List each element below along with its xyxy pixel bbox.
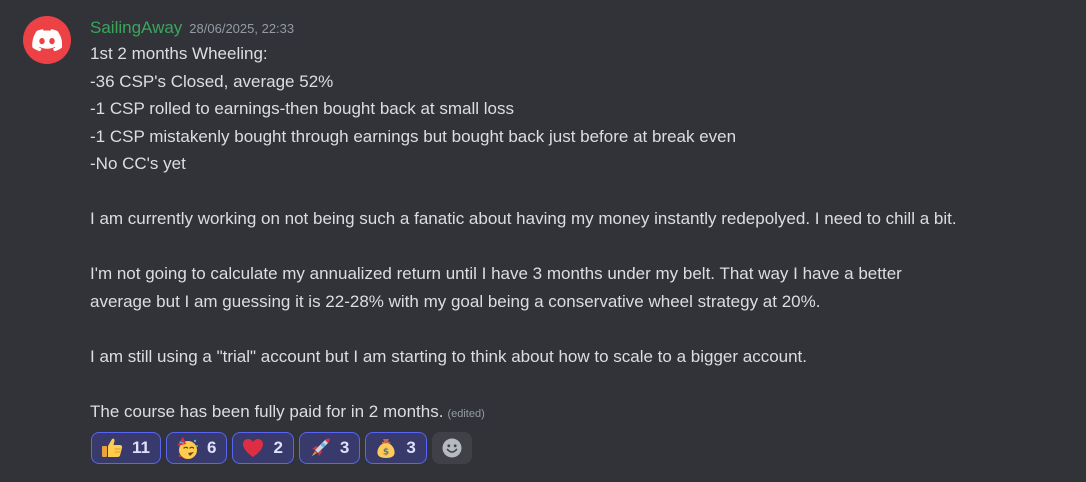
message-line: I am still using a "trial" account but I… <box>90 346 808 366</box>
reaction-thumbs-up[interactable]: 11 <box>91 432 161 464</box>
message-line: The course has been fully paid for in 2 … <box>90 398 1080 429</box>
chat-message: SailingAway 28/06/2025, 22:33 1st 2 month… <box>0 0 1086 482</box>
message-line: -36 CSP's Closed, average 52% <box>90 71 334 91</box>
svg-text:$: $ <box>383 448 389 458</box>
partying-face-icon <box>176 437 198 459</box>
heart-icon <box>243 439 264 457</box>
message-line-text: The course has been fully paid for in 2 … <box>90 401 444 421</box>
add-reaction-icon <box>442 438 462 458</box>
reaction-partying-face[interactable]: 6 <box>165 432 228 464</box>
message-line: I am currently working on not being such… <box>90 209 957 228</box>
reaction-money-bag[interactable]: $ 3 <box>365 432 427 464</box>
timestamp[interactable]: 28/06/2025, 22:33 <box>189 21 294 36</box>
message-line: 1st 2 months Wheeling: <box>90 44 268 63</box>
rocket-icon <box>311 438 330 457</box>
reaction-count: 6 <box>206 438 217 457</box>
money-bag-icon: $ <box>377 439 395 458</box>
reaction-rocket[interactable]: 3 <box>298 432 361 464</box>
message-line: -No CC's yet <box>90 154 186 173</box>
message-line: I'm not going to calculate my annualized… <box>90 264 902 283</box>
message-line: -1 CSP rolled to earnings-then bought ba… <box>90 99 514 118</box>
reaction-count: 3 <box>339 438 350 457</box>
message-line: average but I am guessing it is 22-28% w… <box>90 291 821 311</box>
message-header: SailingAway 28/06/2025, 22:33 <box>90 16 1080 40</box>
reaction-count: 3 <box>406 438 416 457</box>
thumbs-up-icon <box>102 438 123 457</box>
username[interactable]: SailingAway <box>90 18 182 37</box>
avatar[interactable] <box>23 16 71 64</box>
reaction-count: 11 <box>132 438 150 457</box>
add-reaction-button[interactable] <box>431 432 472 464</box>
reaction-heart[interactable]: 2 <box>232 432 294 464</box>
discord-logo-icon <box>32 28 62 51</box>
reactions-bar: 11 6 2 3 $ 3 <box>91 432 472 464</box>
message-body: 1st 2 months Wheeling: -36 CSP's Closed,… <box>90 40 1080 428</box>
reaction-count: 2 <box>273 438 283 457</box>
message-line: -1 CSP mistakenly bought through earning… <box>90 126 737 146</box>
edited-label: (edited) <box>447 407 485 420</box>
